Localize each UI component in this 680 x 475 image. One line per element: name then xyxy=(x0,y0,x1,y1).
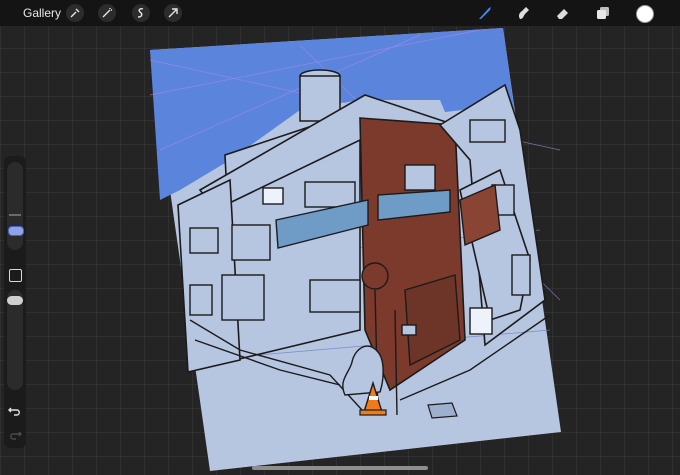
transform-arrow-icon[interactable] xyxy=(164,4,182,22)
opacity-slider[interactable] xyxy=(7,290,23,390)
color-picker-button[interactable] xyxy=(636,5,654,23)
redo-icon[interactable] xyxy=(8,428,22,442)
brush-icon[interactable] xyxy=(476,4,494,22)
wrench-icon[interactable] xyxy=(66,4,84,22)
eraser-icon[interactable] xyxy=(554,4,572,22)
opacity-thumb[interactable] xyxy=(7,296,23,305)
undo-icon[interactable] xyxy=(8,404,22,418)
drain-grate xyxy=(427,402,458,419)
left-sidebar xyxy=(4,156,26,448)
home-indicator xyxy=(252,466,428,470)
canvas-artwork[interactable] xyxy=(0,0,680,475)
top-toolbar: Gallery xyxy=(0,0,680,26)
brush-size-slider[interactable] xyxy=(7,162,24,250)
layers-icon[interactable] xyxy=(594,4,612,22)
gallery-button[interactable]: Gallery xyxy=(23,6,61,20)
selection-icon[interactable] xyxy=(132,4,150,22)
slider-tick xyxy=(9,214,21,216)
smudge-icon[interactable] xyxy=(514,4,532,22)
brush-size-thumb[interactable] xyxy=(8,226,24,236)
magic-wand-icon[interactable] xyxy=(98,4,116,22)
modify-button[interactable] xyxy=(9,269,22,282)
